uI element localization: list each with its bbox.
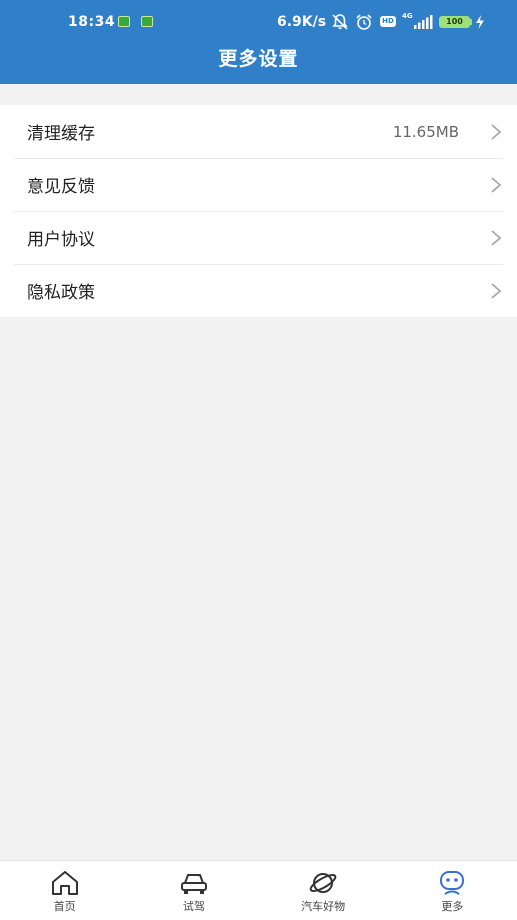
settings-item-clear-cache[interactable]: 清理缓存 11.65MB	[0, 105, 517, 158]
notification-app-icon	[118, 16, 130, 27]
settings-item-feedback[interactable]: 意见反馈	[0, 158, 517, 211]
signal-icon	[414, 15, 433, 29]
settings-list: 清理缓存 11.65MB 意见反馈 用户协议 隐私政策	[0, 105, 517, 317]
status-bar: 18:34 6.9K/s HD 4G 100	[0, 0, 517, 44]
car-icon	[180, 874, 207, 894]
status-time: 18:34	[68, 14, 116, 30]
app-header: 18:34 6.9K/s HD 4G 100 更多设置	[0, 0, 517, 84]
nav-item-car-goods[interactable]: 汽车好物	[259, 861, 388, 920]
nav-item-home[interactable]: 首页	[0, 861, 129, 920]
network-speed: 6.9K/s	[277, 14, 327, 30]
chevron-right-icon	[491, 176, 502, 193]
home-icon	[51, 871, 78, 895]
settings-item-label: 隐私政策	[27, 283, 95, 303]
nav-item-test-drive[interactable]: 试驾	[129, 861, 258, 920]
hd-badge: HD	[380, 16, 396, 27]
charging-icon	[476, 15, 484, 29]
cache-size: 11.65MB	[392, 122, 459, 141]
chevron-right-icon	[491, 229, 502, 246]
mute-bell-icon	[332, 14, 348, 30]
notification-app-icon	[141, 16, 153, 27]
settings-item-label: 意见反馈	[27, 177, 95, 197]
page-title: 更多设置	[218, 48, 299, 70]
robot-icon	[440, 871, 465, 895]
chevron-right-icon	[491, 282, 502, 299]
battery-tip	[470, 19, 472, 25]
settings-item-label: 清理缓存	[27, 124, 95, 144]
nav-label: 试驾	[182, 900, 205, 913]
planet-icon	[309, 873, 337, 893]
nav-label: 更多	[441, 900, 464, 913]
chevron-right-icon	[491, 123, 502, 140]
network-type: 4G	[402, 12, 413, 20]
settings-item-label: 用户协议	[27, 230, 95, 250]
bottom-nav: 首页 试驾 汽车好物 更多	[0, 860, 517, 920]
battery-indicator: 100	[439, 16, 470, 28]
alarm-icon	[356, 14, 372, 30]
nav-label: 首页	[53, 900, 76, 913]
nav-item-more[interactable]: 更多	[388, 861, 517, 920]
nav-label: 汽车好物	[301, 900, 346, 913]
settings-item-privacy-policy[interactable]: 隐私政策	[0, 264, 517, 317]
settings-item-user-agreement[interactable]: 用户协议	[0, 211, 517, 264]
